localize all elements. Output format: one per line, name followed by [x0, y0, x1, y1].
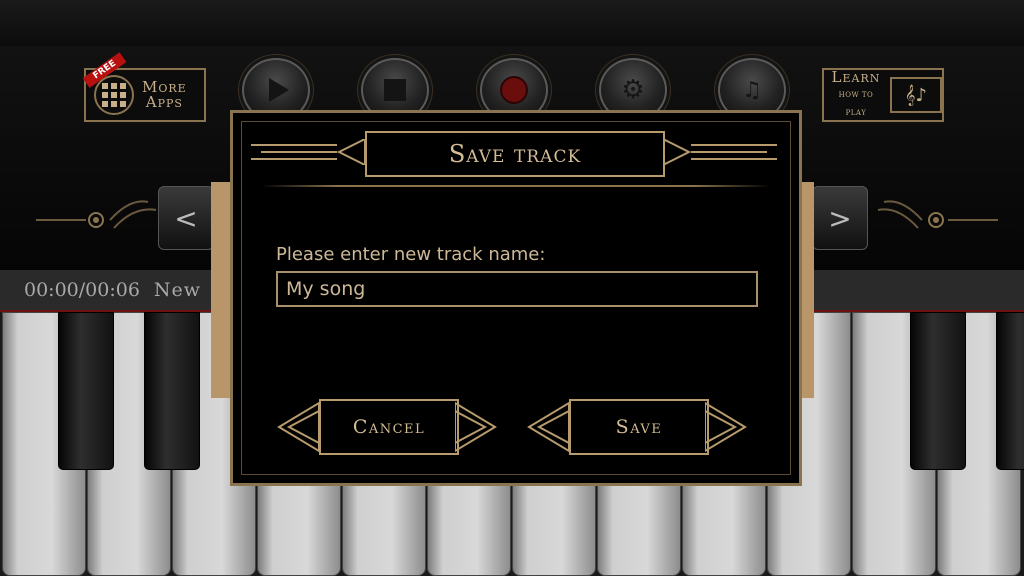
- cancel-button[interactable]: Cancel: [319, 399, 459, 455]
- gear-icon: ⚙: [621, 75, 645, 105]
- top-bar: [0, 0, 1024, 47]
- save-button[interactable]: Save: [569, 399, 709, 455]
- stop-icon: [384, 79, 406, 101]
- piano-black-key[interactable]: [910, 312, 966, 470]
- left-gold-frame: [211, 182, 231, 398]
- save-right-arrow: [705, 401, 747, 453]
- track-time: 00:00/00:06: [24, 279, 140, 301]
- right-flourish: [877, 200, 998, 229]
- learn-label: Learn HOW TO PLAY: [831, 67, 881, 117]
- piano-black-key[interactable]: [58, 312, 114, 470]
- track-title: New: [153, 279, 202, 301]
- piano-black-key[interactable]: [996, 312, 1024, 470]
- next-arrow-button[interactable]: >: [812, 186, 868, 250]
- cancel-right-arrow: [455, 401, 497, 453]
- prev-arrow-button[interactable]: <: [158, 186, 214, 250]
- music-file-icon: ♫: [742, 77, 762, 103]
- title-right-ornament: [662, 139, 777, 165]
- title-divider: [261, 185, 771, 187]
- music-book-icon: 𝄞♪: [889, 77, 942, 113]
- track-name-prompt: Please enter new track name:: [276, 244, 546, 265]
- title-left-ornament: [251, 139, 366, 165]
- learn-button[interactable]: Learn HOW TO PLAY 𝄞♪: [822, 68, 944, 122]
- dialog-title: Save track: [365, 131, 665, 177]
- apps-grid-icon: [94, 75, 134, 115]
- record-icon: [500, 76, 528, 104]
- corner-ornament: [771, 455, 801, 485]
- more-apps-button[interactable]: FREE More Apps: [82, 52, 206, 122]
- save-track-dialog: Save track Please enter new track name: …: [230, 110, 802, 486]
- left-flourish: [36, 200, 157, 229]
- cancel-left-arrow: [277, 401, 319, 453]
- play-icon: [269, 78, 289, 102]
- piano-black-key[interactable]: [144, 312, 200, 470]
- save-left-arrow: [527, 401, 569, 453]
- corner-ornament: [231, 455, 261, 485]
- track-name-input[interactable]: [276, 271, 758, 307]
- more-apps-label: More Apps: [142, 78, 187, 111]
